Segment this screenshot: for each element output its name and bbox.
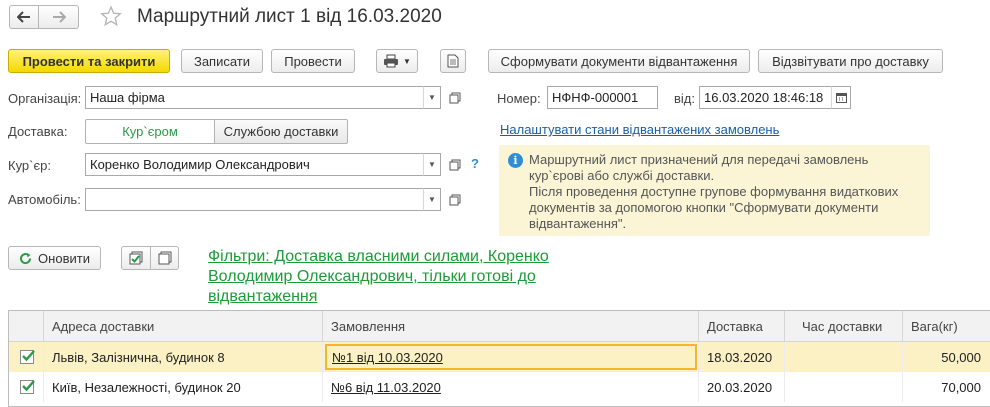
chevron-down-icon: ▼ — [403, 56, 411, 66]
favorite-star-icon[interactable] — [100, 5, 122, 27]
configure-statuses-link[interactable]: Налаштувати стани відвантажених замовлен… — [500, 122, 779, 137]
post-and-close-button[interactable]: Провести та закрити — [8, 49, 170, 73]
number-label: Номер: — [497, 91, 541, 106]
date-label: від: — [674, 91, 695, 106]
car-dropdown-button[interactable]: ▼ — [423, 188, 441, 211]
column-header-address[interactable]: Адреса доставки — [44, 311, 323, 342]
courier-dropdown-button[interactable]: ▼ — [423, 153, 441, 176]
column-header-delivery[interactable]: Доставка — [699, 311, 785, 342]
chevron-down-icon: ▼ — [428, 160, 436, 169]
uncheck-all-icon — [158, 251, 171, 265]
organization-open-button[interactable] — [445, 86, 465, 109]
chevron-down-icon: ▼ — [428, 93, 436, 102]
save-button[interactable]: Записати — [181, 49, 263, 73]
report-delivery-button[interactable]: Відзвітувати про доставку — [758, 49, 943, 73]
delivery-label: Доставка: — [8, 124, 68, 139]
order-cell[interactable]: №6 від 11.03.2020 — [323, 372, 699, 402]
filters-line2: Володимир Олександрович, тільки готові д… — [208, 268, 536, 285]
open-window-icon — [449, 194, 461, 205]
help-icon[interactable]: ? — [471, 156, 479, 171]
organization-dropdown-button[interactable]: ▼ — [423, 86, 441, 109]
window-title: Маршрутний лист 1 від 16.03.2020 — [137, 6, 442, 27]
column-header-time[interactable]: Час доставки — [785, 311, 903, 342]
filters-line1: Фільтри: Доставка власними силами, Корен… — [208, 248, 549, 265]
delivery-time-cell — [785, 372, 903, 402]
arrow-right-icon — [52, 11, 66, 23]
select-all-button[interactable] — [121, 246, 151, 270]
car-field[interactable] — [85, 188, 424, 211]
row-checkbox-cell[interactable] — [9, 372, 44, 402]
document-icon — [447, 54, 459, 68]
address-cell: Київ, Незалежності, будинок 20 — [44, 372, 323, 402]
delivery-courier-toggle[interactable]: Кур`єром — [85, 119, 215, 144]
row-checkbox[interactable] — [20, 350, 35, 364]
order-cell[interactable]: №1 від 10.03.2020 — [323, 342, 699, 372]
info-text-line1: Маршрутний лист призначений для передачі… — [529, 152, 869, 183]
order-link[interactable]: №1 від 10.03.2020 — [325, 344, 697, 370]
courier-open-button[interactable] — [445, 153, 465, 176]
organization-field[interactable]: Наша фірма — [85, 86, 424, 109]
column-header-order[interactable]: Замовлення — [323, 311, 699, 342]
arrow-left-icon — [17, 11, 30, 23]
car-open-button[interactable] — [445, 188, 465, 211]
open-window-icon — [449, 92, 461, 103]
organization-label: Організація: — [8, 91, 82, 106]
row-checkbox-cell[interactable] — [9, 342, 44, 372]
address-cell: Львів, Залізнична, будинок 8 — [44, 342, 323, 372]
checkmark-icon — [22, 350, 35, 362]
delivery-service-toggle[interactable]: Службою доставки — [214, 119, 348, 144]
post-button[interactable]: Провести — [271, 49, 355, 73]
orders-table: Адреса доставки Замовлення Доставка Час … — [8, 310, 990, 407]
filters-link[interactable]: Фільтри: Доставка власними силами, Корен… — [208, 247, 549, 307]
refresh-label: Оновити — [38, 250, 90, 266]
date-field[interactable]: 16.03.2020 18:46:18 — [699, 86, 832, 109]
row-checkbox[interactable] — [20, 380, 35, 394]
delivery-date-cell: 20.03.2020 — [699, 372, 785, 402]
column-header-weight[interactable]: Вага(кг) — [903, 311, 990, 342]
form-shipping-documents-button[interactable]: Сформувати документи відвантаження — [488, 49, 750, 73]
weight-cell: 50,000 — [941, 349, 981, 365]
check-all-icon — [129, 251, 143, 265]
courier-field[interactable]: Коренко Володимир Олександрович — [85, 153, 424, 176]
calendar-button[interactable] — [831, 86, 851, 109]
checkmark-icon — [22, 380, 35, 392]
info-text: Маршрутний лист призначений для передачі… — [529, 152, 924, 232]
filters-line3: відвантаження — [208, 288, 318, 305]
related-documents-button[interactable] — [440, 49, 466, 73]
car-label: Автомобіль: — [8, 192, 81, 207]
order-link[interactable]: №6 від 11.03.2020 — [331, 380, 441, 395]
refresh-icon — [20, 252, 32, 264]
info-icon: i — [508, 153, 523, 168]
printer-icon — [384, 54, 399, 68]
delivery-date-cell: 18.03.2020 — [699, 342, 785, 372]
courier-label: Кур`єр: — [8, 158, 51, 173]
forward-button[interactable] — [39, 5, 79, 29]
calendar-icon — [835, 93, 847, 103]
deselect-all-button[interactable] — [150, 246, 179, 270]
weight-cell: 70,000 — [941, 379, 981, 395]
delivery-time-cell — [785, 342, 903, 372]
open-window-icon — [449, 159, 461, 170]
refresh-button[interactable]: Оновити — [8, 246, 101, 270]
column-header-check — [9, 311, 44, 342]
number-field[interactable]: НФНФ-000001 — [547, 86, 658, 109]
back-button[interactable] — [9, 5, 39, 29]
chevron-down-icon: ▼ — [428, 195, 436, 204]
info-panel: i Маршрутний лист призначений для переда… — [499, 145, 930, 236]
print-button[interactable]: ▼ — [376, 49, 418, 73]
info-text-line2: Після проведення доступне групове формув… — [529, 184, 899, 231]
